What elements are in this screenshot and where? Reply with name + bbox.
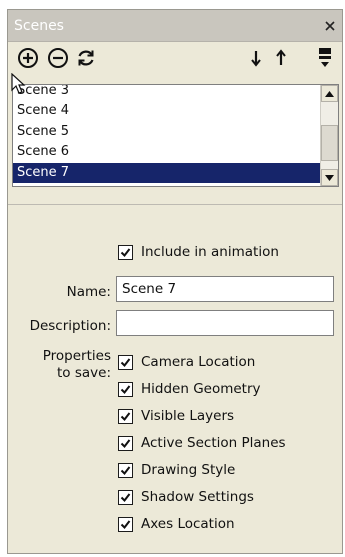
scenes-panel: Scenes Scene 3 Scene 4 Scene 5 Scene 6 S…	[7, 9, 343, 554]
arrow-down-icon	[325, 174, 334, 181]
property-visible-layers-checkbox[interactable]: Visible Layers	[118, 408, 234, 424]
property-label: Active Section Planes	[141, 435, 286, 451]
panel-title: Scenes	[14, 17, 64, 34]
scene-list[interactable]: Scene 3 Scene 4 Scene 5 Scene 6 Scene 7	[12, 84, 339, 187]
property-shadow-settings-checkbox[interactable]: Shadow Settings	[118, 489, 254, 505]
remove-scene-button[interactable]	[46, 46, 70, 70]
mouse-pointer-icon	[11, 73, 26, 94]
scroll-thumb[interactable]	[321, 125, 338, 161]
checkbox-box[interactable]	[118, 516, 133, 532]
properties-label-line-2: to save:	[57, 365, 111, 381]
property-camera-location-checkbox[interactable]: Camera Location	[118, 354, 255, 370]
remove-icon	[48, 48, 68, 68]
divider	[8, 191, 342, 205]
scroll-up-button[interactable]	[321, 85, 338, 102]
close-button[interactable]	[322, 16, 337, 35]
checkmark-icon	[120, 465, 131, 475]
title-bar[interactable]: Scenes	[8, 10, 342, 42]
property-hidden-geometry-checkbox[interactable]: Hidden Geometry	[118, 381, 261, 397]
list-item[interactable]: Scene 5	[13, 122, 320, 142]
scene-list-items: Scene 3 Scene 4 Scene 5 Scene 6 Scene 7	[13, 85, 320, 186]
update-scene-button[interactable]	[74, 46, 98, 70]
move-scene-down-button[interactable]	[242, 46, 266, 70]
move-scene-up-button[interactable]	[270, 46, 294, 70]
checkmark-icon	[120, 384, 131, 394]
property-label: Visible Layers	[141, 408, 235, 424]
properties-to-save-label: Properties to save:	[43, 348, 111, 382]
checkbox-box[interactable]	[118, 381, 133, 397]
checkmark-icon	[120, 438, 131, 448]
details-icon	[319, 48, 331, 67]
move-down-icon	[251, 51, 261, 67]
checkbox-box[interactable]	[118, 354, 133, 370]
checkmark-icon	[120, 247, 131, 257]
properties-label-line-1: Properties	[42, 348, 111, 364]
include-in-animation-label: Include in animation	[141, 244, 279, 260]
property-axes-location-checkbox[interactable]: Axes Location	[118, 516, 235, 532]
checkbox-box[interactable]	[118, 435, 133, 451]
property-label: Camera Location	[141, 354, 256, 370]
description-field[interactable]	[116, 310, 334, 336]
arrow-up-icon	[325, 90, 334, 97]
name-label: Name:	[66, 284, 111, 300]
move-up-icon	[276, 49, 286, 65]
list-item-selected[interactable]: Scene 7	[13, 162, 320, 183]
checkmark-icon	[120, 519, 131, 529]
add-icon	[18, 48, 38, 68]
checkmark-icon	[120, 357, 131, 367]
list-scrollbar[interactable]	[320, 85, 338, 186]
property-label: Hidden Geometry	[141, 381, 261, 397]
checkbox-box[interactable]	[118, 408, 133, 424]
list-item[interactable]: Scene 3	[13, 85, 320, 101]
list-item[interactable]: Scene 6	[13, 142, 320, 162]
show-details-button[interactable]	[313, 46, 337, 70]
checkmark-icon	[120, 411, 131, 421]
property-drawing-style-checkbox[interactable]: Drawing Style	[118, 462, 235, 478]
property-label: Axes Location	[141, 516, 235, 532]
list-item[interactable]: Scene 4	[13, 101, 320, 121]
checkbox-box[interactable]	[118, 462, 133, 478]
checkmark-icon	[120, 492, 131, 502]
property-label: Shadow Settings	[141, 489, 254, 505]
refresh-icon	[78, 50, 94, 66]
add-scene-button[interactable]	[16, 46, 40, 70]
property-active-section-planes-checkbox[interactable]: Active Section Planes	[118, 435, 286, 451]
description-label: Description:	[29, 318, 111, 334]
toolbar	[8, 43, 342, 73]
name-field[interactable]	[116, 276, 334, 302]
scroll-down-button[interactable]	[321, 169, 338, 186]
close-icon	[324, 20, 335, 31]
property-label: Drawing Style	[141, 462, 236, 478]
checkbox-box[interactable]	[118, 244, 133, 260]
include-in-animation-checkbox[interactable]: Include in animation	[118, 244, 279, 260]
checkbox-box[interactable]	[118, 489, 133, 505]
